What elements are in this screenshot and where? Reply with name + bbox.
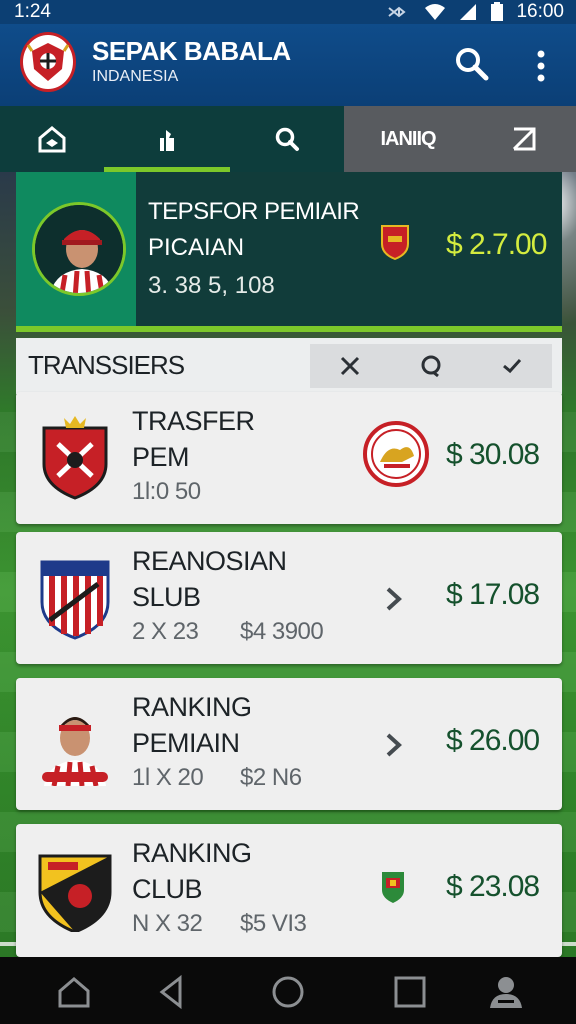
tab-search[interactable] bbox=[230, 106, 344, 172]
featured-title: TEPSFOR PEMIAIR bbox=[148, 198, 360, 225]
list-item-title: REANOSIAN bbox=[132, 546, 287, 576]
tab-bar: IANIIQ bbox=[0, 106, 576, 172]
wifi-icon bbox=[425, 4, 446, 20]
home-icon bbox=[38, 126, 66, 153]
app-subtitle: INDANESIA bbox=[92, 68, 179, 85]
chevron-right-icon[interactable] bbox=[382, 730, 406, 760]
list-item-subtitle: SLUB bbox=[132, 582, 201, 612]
more-vert-icon[interactable] bbox=[528, 46, 554, 86]
check-icon[interactable] bbox=[501, 355, 523, 377]
club-crest-icon bbox=[38, 854, 112, 932]
list-item[interactable]: RANKING CLUB N X 32 $5 VI3 $ 23.08 bbox=[16, 824, 562, 957]
comment-icon[interactable] bbox=[419, 354, 443, 378]
club-crest-icon bbox=[40, 560, 110, 640]
transfers-header: TRANSSIERS bbox=[16, 338, 562, 394]
club-badge-icon bbox=[381, 225, 409, 260]
search-icon[interactable] bbox=[452, 44, 492, 84]
status-bar: 1:24 16:00 bbox=[0, 0, 576, 24]
app-bar: SEPAK BABALA INDANESIA bbox=[0, 24, 576, 106]
close-icon[interactable] bbox=[339, 355, 361, 377]
app-title: SEPAK BABALA bbox=[92, 36, 291, 66]
list-item-meta: 1l:0 50 bbox=[132, 478, 201, 505]
tab-ranking[interactable]: IANIIQ bbox=[344, 106, 472, 172]
list-item-title: RANKING bbox=[132, 692, 252, 722]
list-item-subtitle: PEM bbox=[132, 442, 190, 472]
list-item-subtitle: CLUB bbox=[132, 874, 203, 904]
featured-transfer-card[interactable]: TEPSFOR PEMIAIR PICAIAN 3. 38 5, 108 $ 2… bbox=[16, 172, 562, 332]
list-item[interactable]: TRASFER PEM 1l:0 50 $ 30.08 bbox=[16, 392, 562, 524]
transfers-title: TRANSSIERS bbox=[28, 350, 185, 380]
app-logo bbox=[20, 32, 76, 92]
player-avatar-icon bbox=[42, 717, 108, 786]
list-item-title: TRASFER bbox=[132, 406, 255, 436]
list-item-price: $ 23.08 bbox=[446, 870, 540, 903]
list-item-value: $5 VI3 bbox=[240, 910, 307, 937]
trophy-icon bbox=[160, 130, 174, 151]
list-item-price: $ 17.08 bbox=[446, 578, 540, 611]
club-badge-icon bbox=[363, 421, 429, 487]
list-item-price: $ 30.08 bbox=[446, 438, 540, 471]
swap-icon bbox=[512, 127, 536, 151]
battery-icon bbox=[491, 2, 504, 21]
home-icon[interactable] bbox=[56, 974, 92, 1010]
tab-trophy[interactable] bbox=[104, 106, 230, 172]
filter-bar bbox=[310, 344, 552, 388]
featured-stats: 3. 38 5, 108 bbox=[148, 272, 275, 299]
list-item-value: $2 N6 bbox=[240, 764, 302, 791]
signal-icon bbox=[460, 4, 477, 20]
profile-icon[interactable] bbox=[488, 974, 524, 1010]
list-item[interactable]: RANKING PEMIAIN 1l X 20 $2 N6 $ 26.00 bbox=[16, 678, 562, 810]
status-time-right: 16:00 bbox=[516, 1, 564, 22]
list-item-meta: N X 32 bbox=[132, 910, 203, 937]
status-time-left: 1:24 bbox=[14, 1, 51, 22]
list-item-title: RANKING bbox=[132, 838, 252, 868]
garuda-logo-icon bbox=[26, 43, 70, 81]
tab-ranking-label: IANIIQ bbox=[380, 127, 436, 150]
tab-home[interactable] bbox=[0, 106, 104, 172]
chevron-right-icon[interactable] bbox=[382, 584, 406, 614]
tab-swap[interactable] bbox=[472, 106, 576, 172]
club-crest-icon bbox=[42, 416, 108, 500]
list-item-meta: 1l X 20 bbox=[132, 764, 204, 791]
featured-subtitle: PICAIAN bbox=[148, 234, 245, 261]
list-item[interactable]: REANOSIAN SLUB 2 X 23 $4 3900 $ 17.08 bbox=[16, 532, 562, 664]
list-item-subtitle: PEMIAIN bbox=[132, 728, 240, 758]
list-item-price: $ 26.00 bbox=[446, 724, 540, 757]
search-icon bbox=[275, 127, 299, 151]
home-circle-icon[interactable] bbox=[270, 974, 306, 1010]
system-nav-bar bbox=[0, 957, 576, 1024]
shield-icon bbox=[382, 872, 404, 903]
list-item-value: $4 3900 bbox=[240, 618, 324, 645]
bluetooth-icon bbox=[388, 6, 407, 18]
back-icon[interactable] bbox=[154, 974, 190, 1010]
player-avatar bbox=[32, 202, 126, 296]
list-item-meta: 2 X 23 bbox=[132, 618, 199, 645]
recents-icon[interactable] bbox=[392, 974, 428, 1010]
featured-price: $ 2.7.00 bbox=[446, 228, 547, 261]
